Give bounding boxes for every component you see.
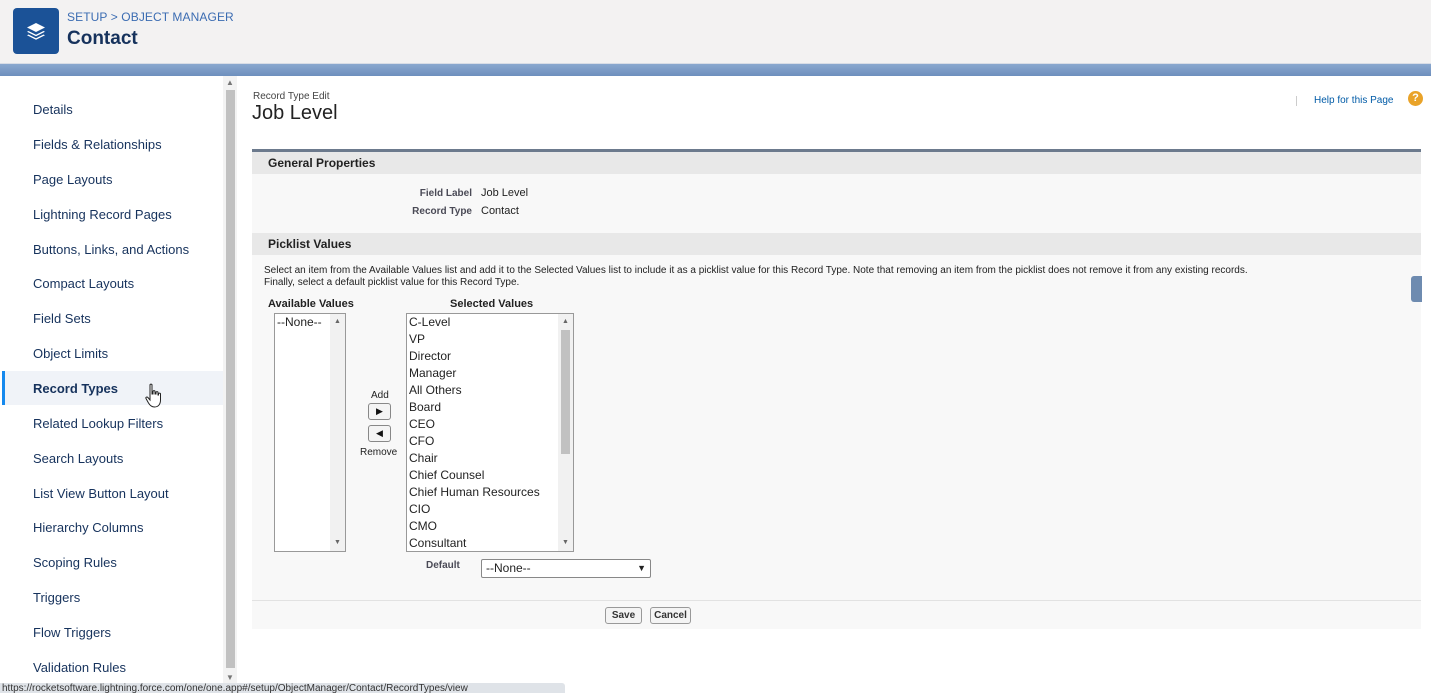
general-properties-heading: General Properties <box>252 152 1421 174</box>
sidebar-item-flow-triggers[interactable]: Flow Triggers <box>2 615 223 649</box>
scroll-down-arrow-icon[interactable]: ▼ <box>225 673 235 683</box>
cancel-button[interactable]: Cancel <box>650 607 691 624</box>
selected-list-scroll-thumb[interactable] <box>561 330 570 454</box>
help-for-this-page-link[interactable]: Help for this Page <box>1314 95 1394 106</box>
record-type-title: Job Level <box>252 102 338 124</box>
sidebar-item-details[interactable]: Details <box>2 92 223 126</box>
record-type-edit-panel: General Properties Field Label Job Level… <box>252 149 1421 629</box>
picklist-instructions-line2: Finally, select a default picklist value… <box>264 277 520 288</box>
list-item[interactable]: All Others <box>407 382 573 399</box>
selected-list-scrollbar[interactable]: ▲ ▼ <box>558 314 573 551</box>
sidebar-item-validation-rules[interactable]: Validation Rules <box>2 650 223 684</box>
list-item[interactable]: CEO <box>407 416 573 433</box>
default-value-select[interactable]: --None-- ▼ <box>481 559 651 578</box>
list-item[interactable]: Board <box>407 399 573 416</box>
scroll-down-arrow-icon[interactable]: ▼ <box>330 537 345 549</box>
available-values-list[interactable]: --None-- ▲ ▼ <box>274 313 346 552</box>
default-label: Default <box>426 560 460 571</box>
selected-values-label: Selected Values <box>450 298 534 310</box>
picklist-instructions: Select an item from the Available Values… <box>264 265 1404 289</box>
sidebar-scrollbar[interactable]: ▲ ▼ <box>223 76 237 683</box>
default-value-selected: --None-- <box>486 561 531 575</box>
add-label: Add <box>371 390 389 401</box>
list-item[interactable]: Chief Human Resources <box>407 484 573 501</box>
sidebar-item-scoping-rules[interactable]: Scoping Rules <box>2 545 223 579</box>
record-type-value: Contact <box>481 205 519 217</box>
sidebar-item-related-lookup-filters[interactable]: Related Lookup Filters <box>2 406 223 440</box>
sidebar-item-field-sets[interactable]: Field Sets <box>2 301 223 335</box>
list-item[interactable]: Chief Counsel <box>407 467 573 484</box>
page-title: Contact <box>67 28 138 49</box>
record-type-edit-label: Record Type Edit <box>253 91 330 102</box>
available-values-label: Available Values <box>268 298 354 310</box>
chevron-down-icon: ▼ <box>637 563 646 573</box>
sidebar-item-list-view-button-layout[interactable]: List View Button Layout <box>2 476 223 510</box>
sidebar-item-hierarchy-columns[interactable]: Hierarchy Columns <box>2 510 223 544</box>
list-item[interactable]: CIO <box>407 501 573 518</box>
sidebar-item-lightning-record-pages[interactable]: Lightning Record Pages <box>2 197 223 231</box>
remove-label: Remove <box>360 447 398 458</box>
list-item[interactable]: CFO <box>407 433 573 450</box>
sidebar: Details Fields & Relationships Page Layo… <box>2 76 223 693</box>
sidebar-scroll-thumb[interactable] <box>226 90 235 668</box>
list-item[interactable]: CMO <box>407 518 573 535</box>
breadcrumb: SETUP > OBJECT MANAGER <box>67 10 234 24</box>
sidebar-item-page-layouts[interactable]: Page Layouts <box>2 162 223 196</box>
sidebar-item-fields-relationships[interactable]: Fields & Relationships <box>2 127 223 161</box>
sidebar-item-buttons-links-actions[interactable]: Buttons, Links, and Actions <box>2 232 223 266</box>
status-bar-url: https://rocketsoftware.lightning.force.c… <box>0 683 565 693</box>
help-separator <box>1296 96 1297 106</box>
breadcrumb-separator: > <box>110 10 118 24</box>
sidebar-item-record-types[interactable]: Record Types <box>2 371 223 405</box>
sidebar-item-compact-layouts[interactable]: Compact Layouts <box>2 266 223 300</box>
header-band <box>0 64 1431 76</box>
sidebar-item-triggers[interactable]: Triggers <box>2 580 223 614</box>
list-item[interactable]: Manager <box>407 365 573 382</box>
main-content: Record Type Edit Job Level Help for this… <box>240 76 1431 693</box>
scroll-up-arrow-icon[interactable]: ▲ <box>330 316 345 328</box>
sidebar-item-object-limits[interactable]: Object Limits <box>2 336 223 370</box>
record-type-label: Record Type <box>412 206 472 217</box>
breadcrumb-object-manager[interactable]: OBJECT MANAGER <box>121 10 234 24</box>
picklist-values-heading: Picklist Values <box>252 233 1421 255</box>
list-item[interactable]: Director <box>407 348 573 365</box>
field-label-label: Field Label <box>419 188 472 199</box>
list-item[interactable]: VP <box>407 331 573 348</box>
field-label-value: Job Level <box>481 187 529 199</box>
help-icon[interactable]: ? <box>1408 91 1423 106</box>
remove-arrow-button[interactable]: ◀ <box>368 425 391 442</box>
side-panel-toggle[interactable] <box>1411 276 1422 302</box>
add-arrow-button[interactable]: ▶ <box>368 403 391 420</box>
sidebar-item-search-layouts[interactable]: Search Layouts <box>2 441 223 475</box>
picklist-instructions-line1: Select an item from the Available Values… <box>264 265 1248 276</box>
scroll-up-arrow-icon[interactable]: ▲ <box>558 316 573 328</box>
button-divider <box>252 600 1421 601</box>
list-item[interactable]: Chair <box>407 450 573 467</box>
list-item[interactable]: Consultant <box>407 535 573 551</box>
available-list-scrollbar[interactable]: ▲ ▼ <box>330 314 345 551</box>
save-button[interactable]: Save <box>605 607 642 624</box>
page-header: SETUP > OBJECT MANAGER Contact <box>0 0 1431 64</box>
layers-icon <box>13 8 59 54</box>
list-item[interactable]: C-Level <box>407 314 573 331</box>
scroll-up-arrow-icon[interactable]: ▲ <box>225 78 235 88</box>
scroll-down-arrow-icon[interactable]: ▼ <box>558 537 573 549</box>
selected-values-list[interactable]: C-Level VP Director Manager All Others B… <box>406 313 574 552</box>
breadcrumb-setup[interactable]: SETUP <box>67 10 107 24</box>
hand-cursor-icon <box>145 383 161 408</box>
